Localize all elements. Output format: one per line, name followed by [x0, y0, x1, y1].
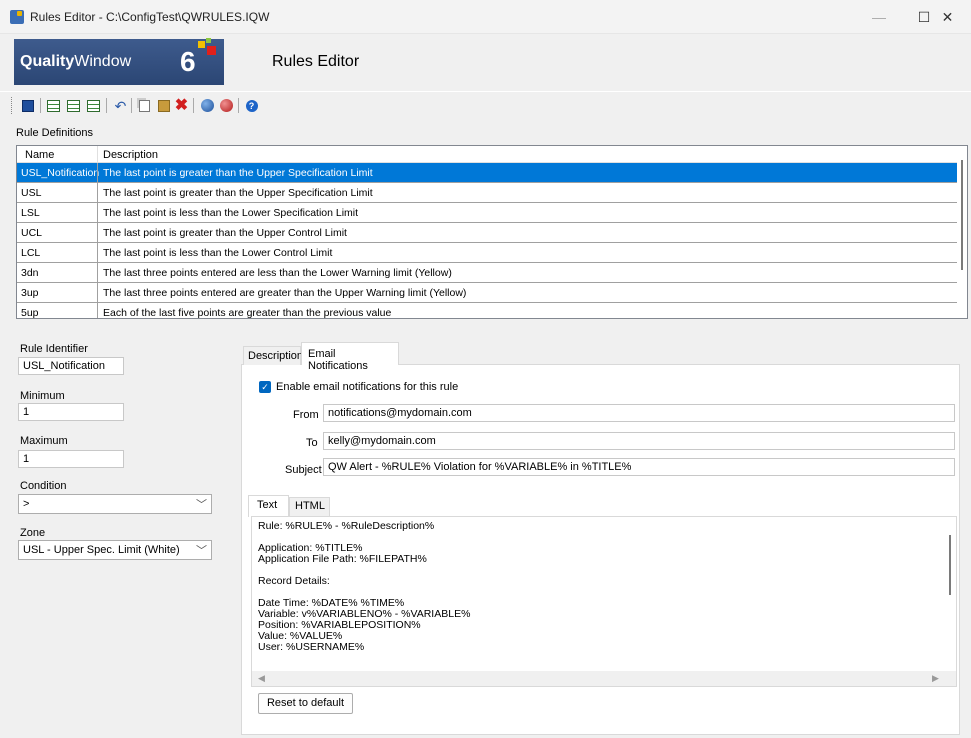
rule-description-cell[interactable]: The last three points entered are greate…	[103, 287, 466, 299]
scroll-right-icon[interactable]: ▶	[932, 673, 939, 684]
rule-name-cell[interactable]: USL_Notification	[21, 167, 99, 179]
rule-name-cell[interactable]: LCL	[21, 247, 40, 259]
rule-name-cell[interactable]: USL	[21, 187, 41, 199]
rule-description-cell[interactable]: The last point is less than the Lower Co…	[103, 247, 332, 259]
chevron-down-icon: ﹀	[196, 499, 207, 511]
tab-email-notifications[interactable]: Email Notifications	[301, 342, 399, 372]
help-icon[interactable]: ?	[244, 98, 259, 113]
rule-description-cell[interactable]: The last point is greater than the Upper…	[103, 167, 373, 179]
email-body-text[interactable]: Rule: %RULE% - %RuleDescription% Applica…	[258, 521, 470, 653]
import-icon[interactable]	[200, 98, 215, 113]
window-title: Rules Editor - C:\ConfigTest\QWRULES.IQW	[30, 10, 270, 24]
page-title: Rules Editor	[272, 53, 360, 70]
rule-description-cell[interactable]: The last three points entered are less t…	[103, 267, 452, 279]
body-horizontal-scrollbar[interactable]: ◀ ▶	[252, 671, 956, 686]
copy-icon[interactable]	[137, 98, 152, 113]
minimum-label: Minimum	[20, 390, 65, 402]
from-label: From	[293, 409, 319, 421]
column-divider	[97, 163, 98, 183]
maximum-field[interactable]: 1	[18, 450, 124, 468]
save-icon[interactable]	[20, 98, 35, 113]
tab-description[interactable]: Description	[243, 346, 303, 365]
table-row[interactable]: 3dn The last three points entered are les…	[17, 263, 957, 283]
enable-notifications-checkbox[interactable]: ✓	[259, 381, 271, 393]
subject-field[interactable]: QW Alert - %RULE% Violation for %VARIABL…	[323, 458, 955, 476]
table-row[interactable]: UCL The last point is greater than the Up…	[17, 223, 957, 243]
rule-name-cell[interactable]: 5up	[21, 307, 39, 318]
minimize-button[interactable]: —	[856, 0, 902, 34]
rule-definitions-label: Rule Definitions	[16, 127, 94, 139]
table-row[interactable]: 3up The last three points entered are gre…	[17, 283, 957, 303]
add-row-icon[interactable]	[46, 98, 61, 113]
toolbar-separator	[106, 98, 107, 113]
toolbar-separator	[131, 98, 132, 113]
column-header-description[interactable]: Description	[103, 149, 158, 161]
column-divider	[97, 283, 98, 303]
to-field[interactable]: kelly@mydomain.com	[323, 432, 955, 450]
rule-description-cell[interactable]: The last point is greater than the Upper…	[103, 227, 347, 239]
table-row[interactable]: USL_Notification The last point is greate…	[17, 163, 957, 183]
email-body-editor[interactable]: Rule: %RULE% - %RuleDescription% Applica…	[251, 516, 957, 687]
rule-identifier-label: Rule Identifier	[20, 343, 88, 355]
rule-definitions-grid[interactable]: Name Description USL_Notification The las…	[16, 145, 968, 319]
append-row-icon[interactable]	[86, 98, 101, 113]
grid-scrollbar-thumb[interactable]	[961, 160, 963, 270]
condition-label: Condition	[20, 480, 67, 492]
logo-text: QualityWindow	[20, 53, 132, 70]
maximum-label: Maximum	[20, 435, 68, 447]
close-button[interactable]: ✕	[924, 0, 971, 34]
zone-select[interactable]: USL - Upper Spec. Limit (White) ﹀	[18, 540, 212, 560]
grid-header: Name Description	[17, 146, 957, 163]
table-row[interactable]: LSL The last point is less than the Lower…	[17, 203, 957, 223]
rule-identifier-field[interactable]: USL_Notification	[18, 357, 124, 375]
reset-to-default-button[interactable]: Reset to default	[258, 693, 353, 714]
rule-name-cell[interactable]: UCL	[21, 227, 42, 239]
column-divider	[97, 203, 98, 223]
tab-body-html[interactable]: HTML	[289, 497, 330, 517]
rule-name-cell[interactable]: 3up	[21, 287, 39, 299]
column-divider	[97, 263, 98, 283]
column-divider	[97, 223, 98, 243]
from-field[interactable]: notifications@mydomain.com	[323, 404, 955, 422]
column-divider	[97, 183, 98, 203]
undo-icon[interactable]: ↶	[113, 98, 128, 113]
column-divider	[97, 303, 98, 318]
column-divider	[97, 243, 98, 263]
tab-body-text[interactable]: Text	[248, 495, 289, 517]
body-scrollbar-thumb[interactable]	[949, 535, 951, 595]
minimum-field[interactable]: 1	[18, 403, 124, 421]
toolbar-separator	[40, 98, 41, 113]
delete-icon[interactable]: ✖	[174, 97, 189, 113]
toolbar-separator	[193, 98, 194, 113]
rule-description-cell[interactable]: Each of the last five points are greater…	[103, 307, 391, 318]
toolbar-grip	[11, 97, 14, 114]
table-row[interactable]: 5up Each of the last five points are grea…	[17, 303, 957, 318]
insert-row-icon[interactable]	[66, 98, 81, 113]
logo-squares	[198, 38, 218, 58]
scroll-left-icon[interactable]: ◀	[258, 673, 265, 684]
toolbar-separator	[238, 98, 239, 113]
rule-description-cell[interactable]: The last point is less than the Lower Sp…	[103, 207, 358, 219]
app-icon	[10, 10, 24, 24]
rule-description-cell[interactable]: The last point is greater than the Upper…	[103, 187, 373, 199]
export-icon[interactable]	[219, 98, 234, 113]
condition-select[interactable]: > ﹀	[18, 494, 212, 514]
subject-label: Subject	[285, 464, 322, 476]
enable-notifications-label: Enable email notifications for this rule	[276, 381, 459, 393]
rule-name-cell[interactable]: LSL	[21, 207, 40, 219]
rule-name-cell[interactable]: 3dn	[21, 267, 39, 279]
column-header-name[interactable]: Name	[25, 149, 54, 161]
paste-icon[interactable]	[156, 98, 171, 113]
table-row[interactable]: LCL The last point is less than the Lower…	[17, 243, 957, 263]
zone-label: Zone	[20, 527, 46, 539]
to-label: To	[306, 437, 318, 449]
chevron-down-icon: ﹀	[196, 545, 207, 557]
table-row[interactable]: USL The last point is greater than the Up…	[17, 183, 957, 203]
